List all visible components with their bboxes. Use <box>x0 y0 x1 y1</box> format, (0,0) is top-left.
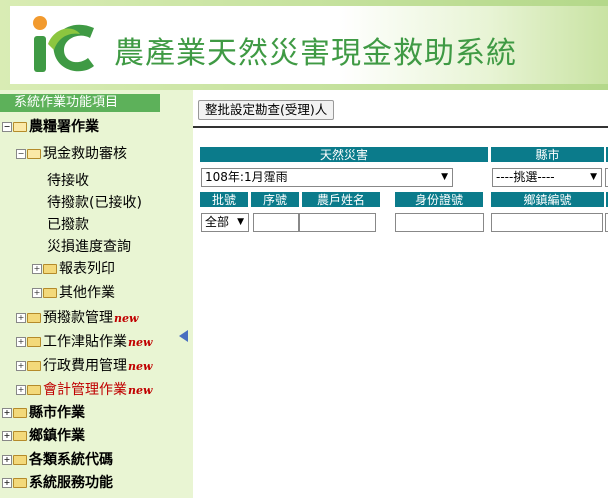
expand-icon[interactable]: + <box>16 313 26 323</box>
expand-icon[interactable]: + <box>2 408 12 418</box>
id-number-input[interactable] <box>395 213 484 232</box>
sidebar-title: 系統作業功能項目 <box>0 94 160 112</box>
sidebar-item-system-codes[interactable]: + 各類系統代碼 <box>2 449 113 471</box>
folder-icon <box>27 313 41 323</box>
expand-icon[interactable]: + <box>16 385 26 395</box>
expand-icon[interactable]: + <box>2 431 12 441</box>
sidebar-item-paid[interactable]: 已撥款 <box>47 214 89 236</box>
folder-icon <box>43 264 57 274</box>
dropdown-arrow-icon: ▼ <box>237 217 244 227</box>
township-code-input[interactable] <box>491 213 603 232</box>
expand-icon[interactable]: + <box>16 361 26 371</box>
folder-icon <box>13 408 27 418</box>
folder-icon <box>43 288 57 298</box>
header-county: 縣市 <box>490 146 605 163</box>
expand-icon[interactable]: + <box>2 455 12 465</box>
collapse-sidebar-arrow-icon[interactable] <box>179 330 188 342</box>
new-badge: new <box>128 336 153 349</box>
folder-open-icon <box>13 122 27 132</box>
expand-icon[interactable]: + <box>16 337 26 347</box>
sidebar-item-township[interactable]: + 鄉鎮作業 <box>2 425 85 447</box>
serial-no-input[interactable] <box>253 213 299 232</box>
app-header: 農產業天然災害現金救助系統 <box>0 0 608 90</box>
sidebar-item-accounting[interactable]: + 會計管理作業new <box>16 379 152 401</box>
sidebar-item-damage-progress[interactable]: 災損進度查詢 <box>47 236 131 258</box>
folder-open-icon <box>27 149 41 159</box>
sidebar-item-report-print[interactable]: + 報表列印 <box>32 258 115 280</box>
dropdown-arrow-icon: ▼ <box>590 172 597 182</box>
header-township-code: 鄉鎮編號 <box>490 191 605 208</box>
header-id-number: 身份證號 <box>394 191 484 208</box>
dropdown-arrow-icon: ▼ <box>441 172 448 182</box>
expand-icon[interactable]: + <box>2 478 12 488</box>
header-disaster: 天然災害 <box>199 146 489 163</box>
folder-icon <box>13 478 27 488</box>
divider <box>193 126 608 128</box>
sidebar: 系統作業功能項目 − 農糧署作業 − 現金救助審核 待接收 待撥款(已接收) 已撥款… <box>0 90 193 498</box>
header-banner: 農產業天然災害現金救助系統 <box>10 6 608 84</box>
folder-icon <box>27 361 41 371</box>
header-farmer-name: 農戶姓名 <box>301 191 381 208</box>
sidebar-item-admin-expense[interactable]: + 行政費用管理new <box>16 355 152 377</box>
folder-icon <box>13 431 27 441</box>
sidebar-item-other-operations[interactable]: + 其他作業 <box>32 282 115 304</box>
sidebar-item-pending-receive[interactable]: 待接收 <box>47 170 89 192</box>
header-serial-no: 序號 <box>250 191 300 208</box>
folder-icon <box>13 455 27 465</box>
app-logo-icon <box>33 16 94 72</box>
header-batch-no: 批號 <box>199 191 249 208</box>
sidebar-item-prepayment[interactable]: + 預撥款管理new <box>16 307 138 329</box>
disaster-select[interactable]: 108年:1月霪雨 ▼ <box>201 168 453 187</box>
sidebar-item-county[interactable]: + 縣市作業 <box>2 402 85 424</box>
collapse-icon[interactable]: − <box>16 149 26 159</box>
batch-set-inspector-button[interactable]: 整批設定勘查(受理)人 <box>198 100 335 120</box>
main-content: 整批設定勘查(受理)人 天然災害 縣市 108年:1月霪雨 ▼ ----挑選---… <box>193 90 608 498</box>
folder-icon <box>27 385 41 395</box>
farmer-name-input[interactable] <box>299 213 376 232</box>
collapse-icon[interactable]: − <box>2 122 12 132</box>
expand-icon[interactable]: + <box>32 264 42 274</box>
sidebar-item-system-services[interactable]: + 系統服務功能 <box>2 472 113 494</box>
folder-icon <box>27 337 41 347</box>
sidebar-item-pending-payment[interactable]: 待撥款(已接收) <box>47 192 142 214</box>
sidebar-item-agri-bureau[interactable]: − 農糧署作業 <box>2 116 99 138</box>
expand-icon[interactable]: + <box>32 288 42 298</box>
sidebar-item-work-allowance[interactable]: + 工作津貼作業new <box>16 331 152 353</box>
new-badge: new <box>128 384 153 397</box>
sidebar-item-cash-relief-review[interactable]: − 現金救助審核 <box>16 143 127 165</box>
batch-no-select[interactable]: 全部 ▼ <box>201 213 249 232</box>
new-badge: new <box>114 312 139 325</box>
county-select[interactable]: ----挑選---- ▼ <box>492 168 602 187</box>
app-title: 農產業天然災害現金救助系統 <box>114 36 517 71</box>
new-badge: new <box>128 360 153 373</box>
